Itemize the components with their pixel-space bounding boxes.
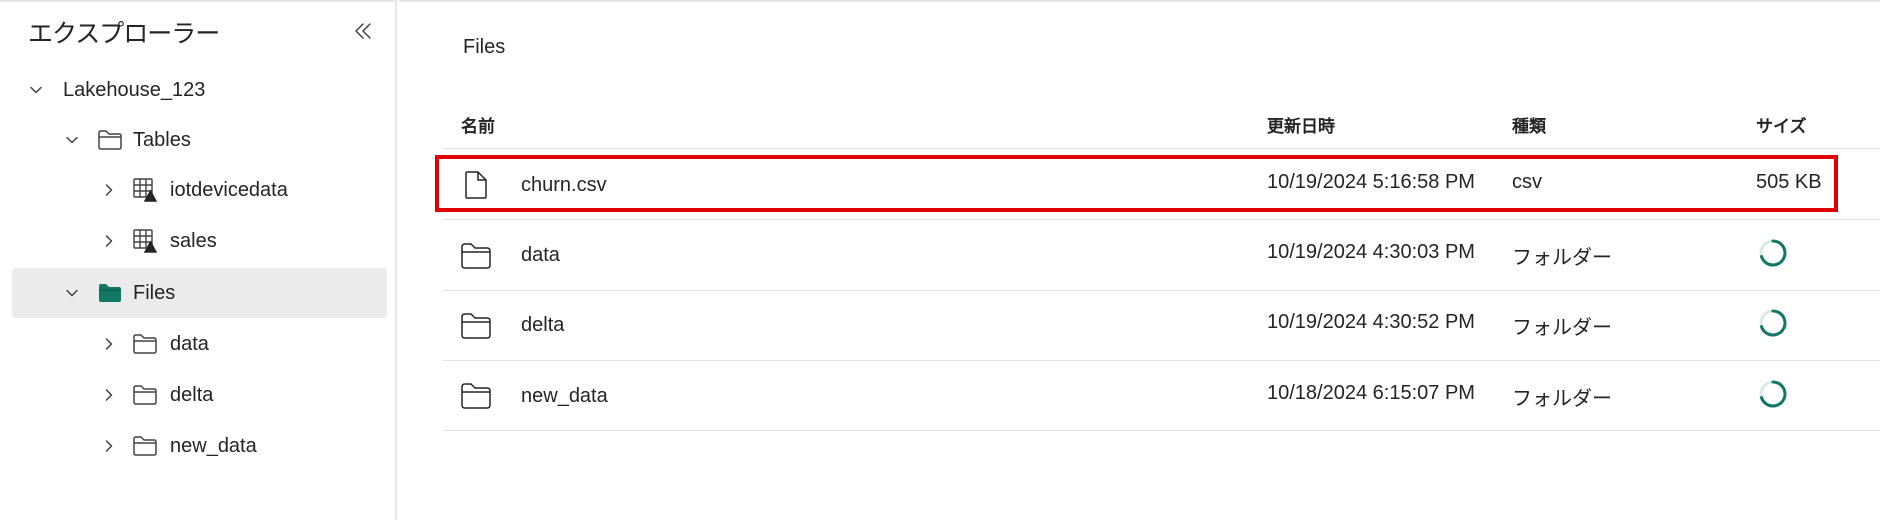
- loading-spinner-icon: [1757, 237, 1789, 269]
- file-size: 505 KB: [1756, 171, 1822, 193]
- file-modified: 10/18/2024 6:15:07 PM: [1267, 382, 1475, 404]
- folder-filled-icon: [96, 279, 124, 307]
- explorer-title: エクスプローラー: [28, 19, 220, 48]
- chevron-right-icon[interactable]: [101, 387, 117, 403]
- column-header-name[interactable]: 名前: [461, 112, 495, 137]
- file-name[interactable]: churn.csv: [521, 174, 607, 197]
- loading-spinner-icon: [1757, 378, 1789, 410]
- tree-item-sales[interactable]: sales: [12, 216, 387, 266]
- header-divider: [443, 148, 1880, 149]
- folder-icon: [96, 126, 124, 154]
- folder-icon: [131, 330, 159, 358]
- tree-item-label: iotdevicedata: [170, 178, 288, 201]
- tree-item-label: new_data: [170, 434, 257, 457]
- tree-item-label: delta: [170, 383, 214, 406]
- table-row[interactable]: churn.csv 10/19/2024 5:16:58 PM csv 505 …: [443, 150, 1880, 220]
- table-icon: [131, 176, 159, 204]
- tree-item-lakehouse[interactable]: Lakehouse_123: [12, 65, 387, 115]
- loading-spinner-icon: [1757, 307, 1789, 339]
- chevron-down-icon[interactable]: [64, 132, 80, 148]
- file-icon: [460, 169, 492, 201]
- folder-icon: [131, 381, 159, 409]
- chevron-right-icon[interactable]: [101, 233, 117, 249]
- table-icon: [131, 227, 159, 255]
- chevron-down-icon[interactable]: [28, 82, 44, 98]
- tree-item-label: Tables: [133, 128, 191, 151]
- file-type: フォルダー: [1512, 317, 1612, 339]
- table-row[interactable]: delta 10/19/2024 4:30:52 PM フォルダー: [443, 291, 1880, 361]
- chevron-right-icon[interactable]: [101, 438, 117, 454]
- file-modified: 10/19/2024 4:30:03 PM: [1267, 241, 1475, 263]
- tree-item-iotdevicedata[interactable]: iotdevicedata: [12, 165, 387, 215]
- tree-item-label: Files: [133, 281, 176, 304]
- chevron-right-icon[interactable]: [101, 336, 117, 352]
- file-list-pane: Files 名前 更新日時 種類 サイズ churn.csv 10/19/202…: [399, 0, 1880, 520]
- collapse-pane-button[interactable]: [350, 20, 376, 46]
- chevron-down-icon[interactable]: [64, 285, 80, 301]
- folder-icon: [460, 240, 492, 272]
- file-type: フォルダー: [1512, 247, 1612, 269]
- file-type: csv: [1512, 171, 1542, 193]
- breadcrumb[interactable]: Files: [463, 36, 505, 59]
- chevron-right-icon[interactable]: [101, 182, 117, 198]
- file-type: フォルダー: [1512, 388, 1612, 410]
- explorer-pane: エクスプローラー Lakehouse_123 Tables iotdeviced…: [0, 0, 397, 520]
- tree-item-files[interactable]: Files: [12, 268, 387, 318]
- file-name[interactable]: new_data: [521, 385, 608, 408]
- folder-icon: [460, 380, 492, 412]
- file-name[interactable]: delta: [521, 314, 564, 337]
- folder-icon: [131, 432, 159, 460]
- tree-item-tables[interactable]: Tables: [12, 115, 387, 165]
- column-header-type[interactable]: 種類: [1512, 112, 1546, 137]
- tree-item-delta[interactable]: delta: [12, 370, 387, 420]
- table-row[interactable]: data 10/19/2024 4:30:03 PM フォルダー: [443, 221, 1880, 291]
- tree-item-label: data: [170, 332, 209, 355]
- tree-item-label: Lakehouse_123: [63, 78, 206, 101]
- double-chevron-left-icon: [353, 21, 373, 46]
- tree-item-data[interactable]: data: [12, 319, 387, 369]
- tree-item-label: sales: [170, 229, 217, 252]
- tree-item-new-data[interactable]: new_data: [12, 421, 387, 471]
- table-row[interactable]: new_data 10/18/2024 6:15:07 PM フォルダー: [443, 361, 1880, 431]
- file-modified: 10/19/2024 5:16:58 PM: [1267, 171, 1475, 193]
- file-name[interactable]: data: [521, 244, 560, 267]
- column-header-size[interactable]: サイズ: [1756, 112, 1807, 137]
- column-header-modified[interactable]: 更新日時: [1267, 112, 1335, 137]
- file-modified: 10/19/2024 4:30:52 PM: [1267, 311, 1475, 333]
- folder-icon: [460, 310, 492, 342]
